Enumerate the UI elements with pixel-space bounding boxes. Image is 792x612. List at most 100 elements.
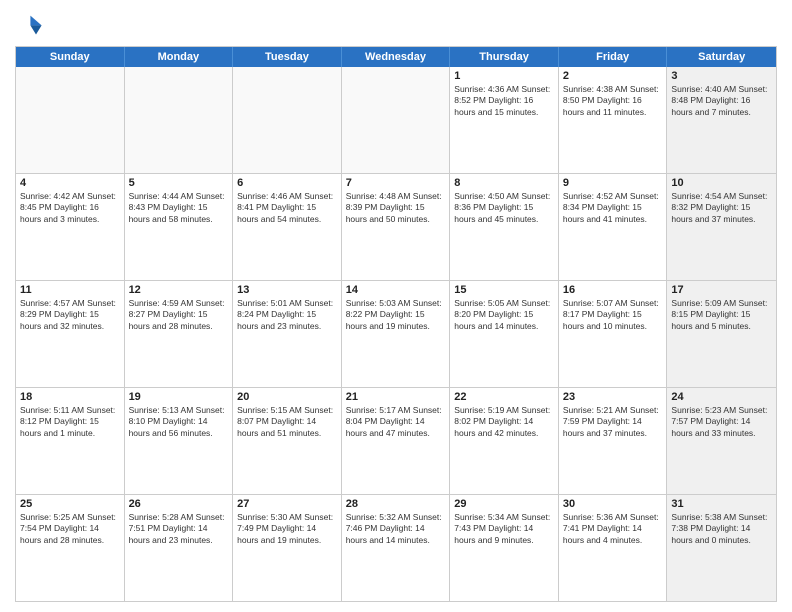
weekday-header: Wednesday — [342, 47, 451, 67]
day-number: 20 — [237, 391, 337, 403]
cell-text: Sunrise: 4:48 AM Sunset: 8:39 PM Dayligh… — [346, 191, 446, 225]
day-number: 26 — [129, 498, 229, 510]
calendar-cell: 21Sunrise: 5:17 AM Sunset: 8:04 PM Dayli… — [342, 388, 451, 494]
day-number: 25 — [20, 498, 120, 510]
calendar-cell: 13 Sunrise: 5:01 AM Sunset: 8:24 PM Dayli… — [233, 281, 342, 387]
weekday-header: Sunday — [16, 47, 125, 67]
calendar-cell — [233, 67, 342, 173]
cell-text: Sunrise: 5:38 AM Sunset: 7:38 PM Dayligh… — [671, 512, 772, 546]
calendar-cell: 3Sunrise: 4:40 AM Sunset: 8:48 PM Daylig… — [667, 67, 776, 173]
calendar-body: 1 Sunrise: 4:36 AM Sunset: 8:52 PM Daylig… — [16, 67, 776, 601]
calendar-row: 11 Sunrise: 4:57 AM Sunset: 8:29 PM Dayli… — [16, 281, 776, 388]
day-number: 14 — [346, 284, 446, 296]
header — [15, 10, 777, 38]
calendar-cell: 11 Sunrise: 4:57 AM Sunset: 8:29 PM Dayli… — [16, 281, 125, 387]
calendar-cell: 8Sunrise: 4:50 AM Sunset: 8:36 PM Daylig… — [450, 174, 559, 280]
cell-text: Sunrise: 5:23 AM Sunset: 7:57 PM Dayligh… — [671, 405, 772, 439]
weekday-header: Monday — [125, 47, 234, 67]
cell-text: Sunrise: 5:05 AM Sunset: 8:20 PM Dayligh… — [454, 298, 554, 332]
cell-text: Sunrise: 5:25 AM Sunset: 7:54 PM Dayligh… — [20, 512, 120, 546]
weekday-header: Saturday — [667, 47, 776, 67]
day-number: 23 — [563, 391, 663, 403]
cell-text: Sunrise: 5:21 AM Sunset: 7:59 PM Dayligh… — [563, 405, 663, 439]
cell-text: Sunrise: 4:40 AM Sunset: 8:48 PM Dayligh… — [671, 84, 772, 118]
calendar-cell: 30Sunrise: 5:36 AM Sunset: 7:41 PM Dayli… — [559, 495, 668, 601]
cell-text: Sunrise: 5:01 AM Sunset: 8:24 PM Dayligh… — [237, 298, 337, 332]
day-number: 11 — [20, 284, 120, 296]
calendar-row: 25 Sunrise: 5:25 AM Sunset: 7:54 PM Dayli… — [16, 495, 776, 601]
cell-text: Sunrise: 4:54 AM Sunset: 8:32 PM Dayligh… — [671, 191, 772, 225]
calendar-cell: 26 Sunrise: 5:28 AM Sunset: 7:51 PM Dayli… — [125, 495, 234, 601]
day-number: 1 — [454, 70, 554, 82]
day-number: 24 — [671, 391, 772, 403]
day-number: 29 — [454, 498, 554, 510]
calendar-cell — [16, 67, 125, 173]
calendar-cell: 20 Sunrise: 5:15 AM Sunset: 8:07 PM Dayli… — [233, 388, 342, 494]
calendar-cell: 6 Sunrise: 4:46 AM Sunset: 8:41 PM Daylig… — [233, 174, 342, 280]
cell-text: Sunrise: 5:19 AM Sunset: 8:02 PM Dayligh… — [454, 405, 554, 439]
cell-text: Sunrise: 4:44 AM Sunset: 8:43 PM Dayligh… — [129, 191, 229, 225]
day-number: 27 — [237, 498, 337, 510]
calendar-cell: 14 Sunrise: 5:03 AM Sunset: 8:22 PM Dayli… — [342, 281, 451, 387]
calendar-cell: 5 Sunrise: 4:44 AM Sunset: 8:43 PM Daylig… — [125, 174, 234, 280]
calendar-cell — [125, 67, 234, 173]
weekday-header: Thursday — [450, 47, 559, 67]
day-number: 5 — [129, 177, 229, 189]
cell-text: Sunrise: 5:36 AM Sunset: 7:41 PM Dayligh… — [563, 512, 663, 546]
cell-text: Sunrise: 4:36 AM Sunset: 8:52 PM Dayligh… — [454, 84, 554, 118]
calendar-cell: 23 Sunrise: 5:21 AM Sunset: 7:59 PM Dayli… — [559, 388, 668, 494]
calendar-header: SundayMondayTuesdayWednesdayThursdayFrid… — [16, 47, 776, 67]
calendar-cell: 19 Sunrise: 5:13 AM Sunset: 8:10 PM Dayli… — [125, 388, 234, 494]
day-number: 6 — [237, 177, 337, 189]
day-number: 7 — [346, 177, 446, 189]
day-number: 12 — [129, 284, 229, 296]
cell-text: Sunrise: 4:38 AM Sunset: 8:50 PM Dayligh… — [563, 84, 663, 118]
calendar-cell: 25 Sunrise: 5:25 AM Sunset: 7:54 PM Dayli… — [16, 495, 125, 601]
day-number: 4 — [20, 177, 120, 189]
calendar-cell: 17 Sunrise: 5:09 AM Sunset: 8:15 PM Dayli… — [667, 281, 776, 387]
calendar-cell: 24 Sunrise: 5:23 AM Sunset: 7:57 PM Dayli… — [667, 388, 776, 494]
cell-text: Sunrise: 5:13 AM Sunset: 8:10 PM Dayligh… — [129, 405, 229, 439]
cell-text: Sunrise: 5:11 AM Sunset: 8:12 PM Dayligh… — [20, 405, 120, 439]
logo — [15, 10, 47, 38]
day-number: 28 — [346, 498, 446, 510]
calendar-cell: 27Sunrise: 5:30 AM Sunset: 7:49 PM Dayli… — [233, 495, 342, 601]
cell-text: Sunrise: 4:52 AM Sunset: 8:34 PM Dayligh… — [563, 191, 663, 225]
calendar-cell: 10 Sunrise: 4:54 AM Sunset: 8:32 PM Dayli… — [667, 174, 776, 280]
cell-text: Sunrise: 5:15 AM Sunset: 8:07 PM Dayligh… — [237, 405, 337, 439]
cell-text: Sunrise: 5:07 AM Sunset: 8:17 PM Dayligh… — [563, 298, 663, 332]
cell-text: Sunrise: 4:42 AM Sunset: 8:45 PM Dayligh… — [20, 191, 120, 225]
day-number: 9 — [563, 177, 663, 189]
weekday-header: Friday — [559, 47, 668, 67]
cell-text: Sunrise: 5:09 AM Sunset: 8:15 PM Dayligh… — [671, 298, 772, 332]
day-number: 2 — [563, 70, 663, 82]
calendar-row: 1 Sunrise: 4:36 AM Sunset: 8:52 PM Daylig… — [16, 67, 776, 174]
cell-text: Sunrise: 5:17 AM Sunset: 8:04 PM Dayligh… — [346, 405, 446, 439]
weekday-header: Tuesday — [233, 47, 342, 67]
cell-text: Sunrise: 4:46 AM Sunset: 8:41 PM Dayligh… — [237, 191, 337, 225]
day-number: 10 — [671, 177, 772, 189]
calendar-cell: 15 Sunrise: 5:05 AM Sunset: 8:20 PM Dayli… — [450, 281, 559, 387]
cell-text: Sunrise: 5:28 AM Sunset: 7:51 PM Dayligh… — [129, 512, 229, 546]
calendar-cell: 4 Sunrise: 4:42 AM Sunset: 8:45 PM Daylig… — [16, 174, 125, 280]
calendar-cell: 28Sunrise: 5:32 AM Sunset: 7:46 PM Dayli… — [342, 495, 451, 601]
cell-text: Sunrise: 5:34 AM Sunset: 7:43 PM Dayligh… — [454, 512, 554, 546]
cell-text: Sunrise: 5:03 AM Sunset: 8:22 PM Dayligh… — [346, 298, 446, 332]
calendar-cell: 12 Sunrise: 4:59 AM Sunset: 8:27 PM Dayli… — [125, 281, 234, 387]
calendar: SundayMondayTuesdayWednesdayThursdayFrid… — [15, 46, 777, 602]
calendar-cell: 7 Sunrise: 4:48 AM Sunset: 8:39 PM Daylig… — [342, 174, 451, 280]
day-number: 17 — [671, 284, 772, 296]
cell-text: Sunrise: 4:59 AM Sunset: 8:27 PM Dayligh… — [129, 298, 229, 332]
calendar-cell: 29 Sunrise: 5:34 AM Sunset: 7:43 PM Dayli… — [450, 495, 559, 601]
cell-text: Sunrise: 4:50 AM Sunset: 8:36 PM Dayligh… — [454, 191, 554, 225]
day-number: 19 — [129, 391, 229, 403]
calendar-cell: 16Sunrise: 5:07 AM Sunset: 8:17 PM Dayli… — [559, 281, 668, 387]
day-number: 13 — [237, 284, 337, 296]
calendar-cell: 1 Sunrise: 4:36 AM Sunset: 8:52 PM Daylig… — [450, 67, 559, 173]
cell-text: Sunrise: 4:57 AM Sunset: 8:29 PM Dayligh… — [20, 298, 120, 332]
calendar-cell: 9 Sunrise: 4:52 AM Sunset: 8:34 PM Daylig… — [559, 174, 668, 280]
calendar-cell — [342, 67, 451, 173]
day-number: 15 — [454, 284, 554, 296]
day-number: 22 — [454, 391, 554, 403]
calendar-cell: 22 Sunrise: 5:19 AM Sunset: 8:02 PM Dayli… — [450, 388, 559, 494]
